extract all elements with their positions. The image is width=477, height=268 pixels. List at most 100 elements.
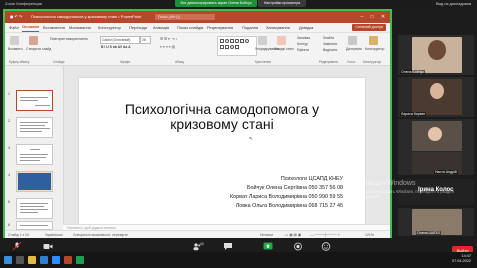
shape-rect-icon[interactable] <box>220 39 224 43</box>
tab-transitions[interactable]: Переходи <box>129 23 147 32</box>
shapes-gallery[interactable] <box>217 36 257 56</box>
group-voice: Голос <box>347 60 356 64</box>
find-button[interactable]: Знайти <box>323 36 334 40</box>
participant-tile[interactable]: Настя Андрій <box>398 151 474 175</box>
zoom-app-icon[interactable] <box>52 256 60 264</box>
close-icon[interactable]: ✕ <box>378 11 388 23</box>
group-drawing: Креслення <box>255 60 271 64</box>
app-name: Zoom Конференция <box>5 1 42 6</box>
tab-file[interactable]: Файл <box>9 23 19 32</box>
slide-title-line-2: кризовому стані <box>170 116 274 132</box>
font-name-value: Calibri (Основний) <box>102 38 131 42</box>
tab-slideshow[interactable]: Показ слайдів <box>177 23 203 32</box>
font-style-buttons[interactable]: B I U S ab AV Aa A <box>101 45 131 49</box>
author-line: Психологи ЦСАПД КНЕУ <box>280 176 343 182</box>
fill-button[interactable]: Заливка <box>297 36 310 40</box>
designer-label: Конструктор <box>365 47 385 51</box>
windows-taskbar: 14:47 07.04.2022 <box>0 252 477 268</box>
shape-star-icon[interactable] <box>225 45 229 49</box>
reuse-slides[interactable]: Повторне використання <box>50 37 88 41</box>
participant-tile[interactable]: Олена Бойчук <box>398 35 474 75</box>
quick-styles-icon[interactable] <box>277 36 286 45</box>
font-size-field[interactable]: 28 <box>140 36 151 44</box>
shape-brace-icon[interactable] <box>230 45 234 49</box>
powerpoint-icon[interactable] <box>64 256 72 264</box>
thumbnail-pane[interactable]: 1 2 3 4 5 6 <box>5 66 64 230</box>
select-button[interactable]: Виділити <box>323 48 337 52</box>
slide-thumbnail[interactable] <box>16 171 53 192</box>
font-size-value: 28 <box>142 38 146 42</box>
tab-help[interactable]: Довідка <box>299 23 313 32</box>
participant-tile[interactable]: Олена ШАПІЛ <box>398 208 474 236</box>
windows-activation-title: ативация Windows <box>355 180 416 187</box>
shape-line-icon[interactable] <box>230 39 234 43</box>
slide-thumbnail[interactable] <box>16 221 53 230</box>
tab-record[interactable]: Записування <box>266 23 290 32</box>
paste-icon[interactable] <box>10 36 19 45</box>
browser-icon[interactable] <box>40 256 48 264</box>
shape-triangle-icon[interactable] <box>240 39 244 43</box>
slide-title-line-1: Психологічна самодопомога у <box>124 101 320 117</box>
shared-screen: ◼ ↶ ↷ Психологічна самодопомога у кризов… <box>3 9 392 239</box>
slide-thumbnail[interactable] <box>16 117 53 138</box>
designer-icon[interactable] <box>369 36 378 45</box>
shape-circle-icon[interactable] <box>245 39 249 43</box>
thumb-number: 6 <box>8 223 10 227</box>
paste-label: Вставити <box>8 47 23 51</box>
outline-button[interactable]: Контур <box>297 42 308 46</box>
author-line: Бойчук Олена Сергіївна 050 357 56 08 <box>246 185 343 191</box>
ppt-title: Психологічна самодопомога у кризовому ст… <box>31 14 142 19</box>
search-box[interactable]: Поиск (Alt+Q) <box>155 14 215 20</box>
thumb-number: 4 <box>8 173 10 177</box>
windows-activation-text: Чтобы активировать Windows, перейдите в … <box>355 189 454 199</box>
align-buttons[interactable]: ≡ ≡ ≡ ≡ ▥ <box>160 45 175 49</box>
slide-thumbnail[interactable] <box>16 198 53 219</box>
tab-draw[interactable]: Малювання <box>69 23 91 32</box>
tab-insert[interactable]: Вставлення <box>43 23 65 32</box>
autosave-icon[interactable]: ◼ ↶ ↷ <box>10 11 22 23</box>
tab-view[interactable]: Подання <box>242 23 258 32</box>
search-icon[interactable] <box>16 256 24 264</box>
shape-rounded-icon[interactable] <box>235 39 239 43</box>
thumb-number: 5 <box>8 200 10 204</box>
share-status-tab[interactable]: Вот демонстрировать экран Олени Бойчук <box>175 0 257 7</box>
participant-name: Олена Бойчук <box>400 70 425 74</box>
new-slide-icon[interactable] <box>29 36 38 45</box>
taskbar-clock[interactable]: 14:47 07.04.2022 <box>452 254 471 264</box>
slide-thumbnail[interactable] <box>16 90 53 111</box>
start-icon[interactable] <box>4 256 12 264</box>
group-editing: Редагування <box>319 60 338 64</box>
author-line: Корват Лариса Володимирівна 050 990 59 5… <box>230 194 343 200</box>
chrome-icon[interactable] <box>76 256 84 264</box>
author-line: Ловка Ольга Володимирівна 068 715 27 45 <box>235 203 343 209</box>
slide-canvas[interactable]: Психологічна самодопомога у кризовому ст… <box>79 78 365 225</box>
shape-callout-icon[interactable] <box>235 45 239 49</box>
minimize-icon[interactable]: – <box>357 11 367 23</box>
maximize-icon[interactable]: □ <box>367 11 377 23</box>
participant-tile[interactable]: Лариса Корват <box>398 77 474 117</box>
effects-button[interactable]: Ефекти <box>297 48 309 52</box>
tab-animations[interactable]: Анімація <box>153 23 169 32</box>
participants-count: 40 <box>200 242 204 246</box>
slide-title[interactable]: Психологічна самодопомога у кризовому ст… <box>79 102 365 132</box>
mouse-cursor-icon: ↖ <box>249 136 254 142</box>
ppt-share-button[interactable]: Спільний доступ <box>352 24 386 31</box>
mic-icon[interactable] <box>348 36 357 45</box>
group-clipboard: Буфер обміну <box>9 60 30 64</box>
font-name-field[interactable]: Calibri (Основний) <box>100 36 140 44</box>
group-slides: Слайди <box>53 60 65 64</box>
tab-design[interactable]: Конструктор <box>98 23 121 32</box>
folder-icon[interactable] <box>28 256 36 264</box>
tab-home[interactable]: Основне <box>22 23 40 32</box>
arrange-icon[interactable] <box>258 36 267 45</box>
participants-panel: Олена Бойчук Лариса Корват Оксана Чуб На… <box>393 9 477 238</box>
replace-button[interactable]: Замінити <box>323 42 337 46</box>
clock-date: 07.04.2022 <box>451 259 471 263</box>
paragraph-buttons[interactable]: ☰ ☰ ⇤ ⇥ ↕ <box>160 37 177 41</box>
tab-review[interactable]: Рецензування <box>207 23 233 32</box>
shape-oval-icon[interactable] <box>225 39 229 43</box>
slide-thumbnail[interactable] <box>16 144 53 165</box>
shape-arrow-icon[interactable] <box>220 45 224 49</box>
view-options[interactable]: Вид из докладчика <box>436 0 471 8</box>
share-settings-tab[interactable]: Настройки просмотра <box>258 0 306 7</box>
